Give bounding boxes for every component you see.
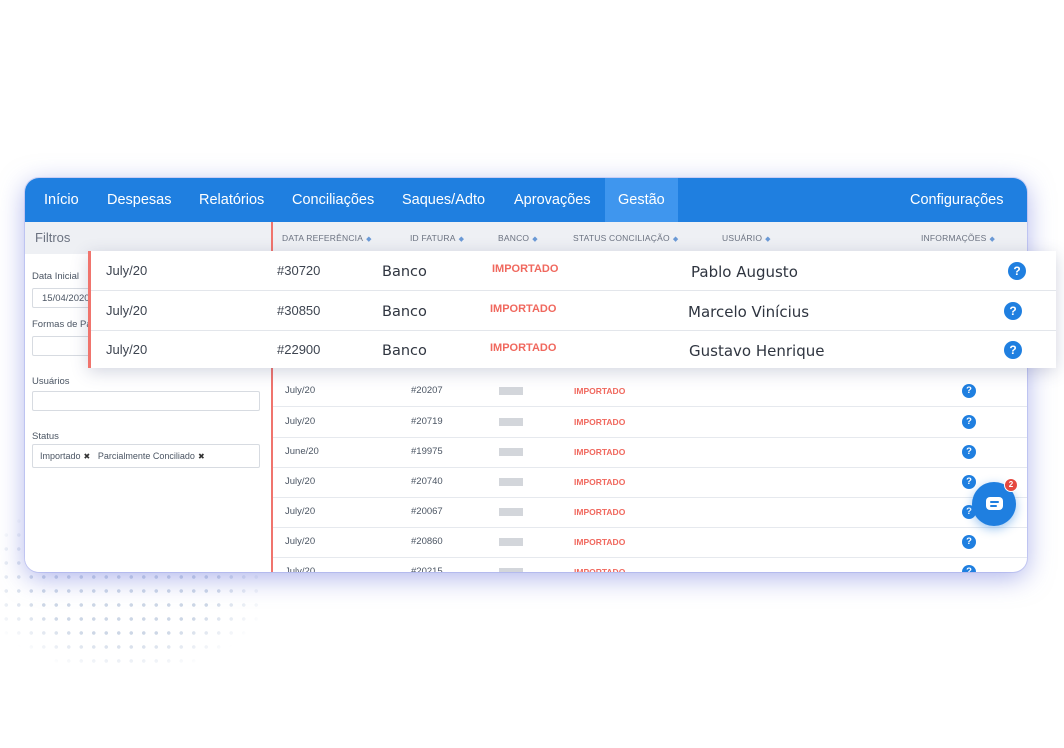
bank-placeholder [499,448,523,456]
question-icon[interactable]: ? [962,475,976,489]
remove-tag-icon[interactable]: ✖ [84,452,91,461]
cell-id: #20067 [411,506,443,517]
start-date-label: Data Inicial [32,271,79,282]
bank-placeholder [499,538,523,546]
sort-arrows-icon: ◆ [989,236,996,243]
bank-placeholder [499,478,523,486]
question-icon[interactable]: ? [962,535,976,549]
status-tag-importado[interactable]: Importado ✖ [40,451,90,461]
cell-bank: Banco [382,343,427,359]
question-icon[interactable]: ? [962,415,976,429]
bank-placeholder [499,568,523,572]
payment-forms-label: Formas de Pa [32,319,92,330]
cell-status: IMPORTADO [490,303,557,315]
sort-arrows-icon: ◆ [458,236,465,243]
cell-ref: July/20 [106,342,148,357]
question-icon[interactable]: ? [1008,262,1026,280]
payment-forms-select[interactable] [32,336,92,356]
cell-ref: July/20 [285,536,316,547]
cell-bank: Banco [382,304,427,320]
bank-placeholder [499,418,523,426]
nav-item-saques-adto[interactable]: Saques/Adto [402,178,485,222]
cell-status: IMPORTADO [574,386,626,396]
table-row[interactable]: July/20 #20860 IMPORTADO ? [273,527,1027,558]
start-date-field[interactable]: 15/04/2020 [32,288,92,308]
chat-notification-badge: 2 [1004,478,1018,492]
status-multiselect[interactable]: Importado ✖ Parcialmente Conciliado ✖ [32,444,260,468]
cell-id: #30850 [277,303,321,318]
cell-user: Marcelo Vinícius [688,303,810,321]
nav-item-relatorios[interactable]: Relatórios [199,178,264,222]
cell-status: IMPORTADO [574,507,626,517]
top-navigation: Início Despesas Relatórios Conciliações … [25,178,1027,222]
highlight-row[interactable]: July/20 #22900 Banco IMPORTADO Gustavo H… [91,330,1056,369]
cell-status: IMPORTADO [574,537,626,547]
table-row[interactable]: July/20 #20207 IMPORTADO ? [273,376,1027,407]
cell-user: Gustavo Henrique [689,342,825,360]
question-icon[interactable]: ? [1004,302,1022,320]
highlight-row[interactable]: July/20 #30850 Banco IMPORTADO Marcelo V… [91,291,1056,331]
table-header: DATA REFERÊNCIA ◆ ID FATURA ◆ BANCO ◆ STATU… [273,222,1027,254]
sort-arrows-icon: ◆ [672,236,679,243]
cell-ref: July/20 [106,303,148,318]
nav-item-aprovacoes[interactable]: Aprovações [514,178,591,222]
question-icon[interactable]: ? [1004,341,1022,359]
bank-placeholder [499,508,523,516]
cell-status: IMPORTADO [574,477,626,487]
users-select[interactable] [32,391,260,411]
cell-id: #20215 [411,566,443,572]
nav-item-inicio[interactable]: Início [44,178,79,222]
cell-id: #20860 [411,536,443,547]
cell-user: Pablo Augusto [691,263,798,281]
question-icon[interactable]: ? [962,445,976,459]
sort-arrows-icon: ◆ [765,236,771,243]
question-icon[interactable]: ? [962,384,976,398]
cell-id: #22900 [277,342,321,357]
cell-ref: June/20 [285,446,319,457]
nav-item-gestao[interactable]: Gestão [605,178,678,222]
cell-ref: July/20 [285,566,316,572]
cell-id: #19975 [411,446,443,457]
cell-id: #20740 [411,476,443,487]
chat-icon [986,497,1003,510]
cell-ref: July/20 [285,506,316,517]
cell-ref: July/20 [106,263,148,278]
filters-title: Filtros [25,222,271,254]
users-label: Usuários [32,376,70,387]
sort-arrows-icon: ◆ [532,236,538,243]
table-row[interactable]: July/20 #20719 IMPORTADO ? [273,407,1027,438]
highlight-row[interactable]: July/20 #30720 Banco IMPORTADO Pablo Aug… [91,251,1056,291]
cell-ref: July/20 [285,385,316,396]
cell-id: #30720 [277,263,321,278]
cell-id: #20207 [411,385,443,396]
cell-status: IMPORTADO [490,342,557,354]
cell-status: IMPORTADO [492,263,559,275]
cell-status: IMPORTADO [574,567,626,572]
sort-arrows-icon: ◆ [366,236,372,243]
table-row[interactable]: July/20 #20215 IMPORTADO ? [273,557,1027,572]
nav-item-conciliacoes[interactable]: Conciliações [292,178,374,222]
question-icon[interactable]: ? [962,565,976,572]
cell-ref: July/20 [285,476,316,487]
cell-id: #20719 [411,416,443,427]
status-label: Status [32,431,59,442]
cell-bank: Banco [382,264,427,280]
cell-status: IMPORTADO [574,417,626,427]
highlighted-rows-card: July/20 #30720 Banco IMPORTADO Pablo Aug… [88,251,1056,368]
nav-item-despesas[interactable]: Despesas [107,178,171,222]
table-row[interactable]: June/20 #19975 IMPORTADO ? [273,437,1027,468]
table-row[interactable]: July/20 #20067 IMPORTADO ? [273,497,1027,528]
bank-placeholder [499,387,523,395]
nav-item-configuracoes[interactable]: Configurações [910,178,1004,222]
remove-tag-icon[interactable]: ✖ [198,452,205,461]
cell-ref: July/20 [285,416,316,427]
cell-status: IMPORTADO [574,447,626,457]
app-window: Início Despesas Relatórios Conciliações … [25,178,1027,572]
table-row[interactable]: July/20 #20740 IMPORTADO ? [273,467,1027,498]
status-tag-parcial[interactable]: Parcialmente Conciliado ✖ [98,451,205,461]
